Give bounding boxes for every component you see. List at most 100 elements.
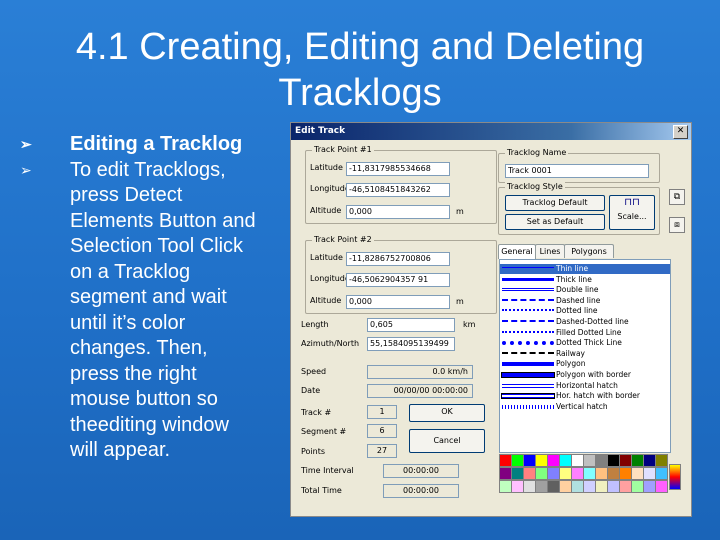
close-icon[interactable]: ✕: [673, 125, 688, 139]
style-list-item[interactable]: Vertical hatch: [500, 402, 670, 412]
line-style-sample: [502, 267, 554, 272]
latitude-label: Latitude: [310, 253, 343, 262]
bullet-line: theediting window: [70, 413, 229, 436]
line-style-sample: [502, 330, 554, 337]
bullet-line: changes. Then,: [70, 337, 208, 359]
tab-general[interactable]: General: [498, 244, 536, 259]
tp2-latitude-field[interactable]: -11,8286752700806: [346, 252, 450, 266]
time-interval-value: 00:00:00: [383, 464, 459, 478]
style-list-label: Vertical hatch: [556, 401, 608, 411]
dialog-titlebar[interactable]: Edit Track ✕: [291, 123, 691, 140]
tracklog-name-label: Tracklog Name: [505, 148, 569, 157]
bullet-line: will appear.: [70, 439, 171, 461]
track-number-value: 1: [367, 405, 397, 419]
date-value: 00/00/00 00:00:00: [367, 384, 473, 398]
date-label: Date: [301, 386, 321, 395]
longitude-label: Longitude: [310, 274, 350, 283]
bullet-instructions-text: To edit Tracklogs, press Detect Elements B…: [70, 158, 303, 464]
scale-button[interactable]: ⊓⊓ Scale...: [609, 195, 655, 230]
style-list-item[interactable]: Polygon with border: [500, 370, 670, 380]
style-list-item[interactable]: Thick line: [500, 275, 670, 285]
line-style-sample: [501, 393, 555, 400]
latitude-label: Latitude: [310, 163, 343, 172]
altitude-unit: m: [456, 207, 464, 216]
color-swatch[interactable]: [655, 454, 668, 467]
tp1-longitude-field[interactable]: -46,5108451843262: [346, 183, 450, 197]
style-list[interactable]: Thin line Thick line Double line Dashed lin…: [499, 259, 671, 453]
color-swatch[interactable]: [655, 467, 668, 480]
ok-button[interactable]: OK: [409, 404, 485, 422]
line-style-sample: [502, 383, 554, 388]
tp2-longitude-field[interactable]: -46,5062904357 91: [346, 273, 450, 287]
tab-polygons[interactable]: Polygons: [564, 244, 614, 258]
bullet-list: ➢ Editing a Tracklog ➢ To edit Tracklogs…: [18, 132, 303, 464]
bullet-line: press Detect: [70, 184, 183, 206]
bullet-line: until it’s color: [70, 311, 186, 334]
tab-lines[interactable]: Lines: [535, 244, 565, 258]
bullet-line: To edit Tracklogs,: [70, 158, 226, 181]
line-style-sample: [502, 277, 554, 285]
scale-label: Scale...: [617, 212, 647, 221]
line-style-sample: [502, 351, 554, 358]
track-point-1-label: Track Point #1: [312, 145, 374, 154]
copy-style-icon[interactable]: ⧉: [669, 189, 685, 205]
tracklog-name-field[interactable]: Track 0001: [505, 164, 649, 178]
style-list-label: Double line: [556, 285, 599, 295]
style-list-item[interactable]: Dashed-Dotted line: [500, 317, 670, 327]
arrow-bullet-icon: ➢: [20, 161, 32, 178]
style-list-label: Filled Dotted Line: [556, 327, 622, 337]
longitude-label: Longitude: [310, 184, 350, 193]
scale-icon: ⊓⊓: [624, 197, 640, 208]
tp1-latitude-field[interactable]: -11,8317985534668: [346, 162, 450, 176]
line-style-sample: [502, 288, 554, 295]
speed-value: 0.0 km/h: [367, 365, 473, 379]
edit-track-dialog: Edit Track ✕ Track Point #1 Latitude -11…: [290, 122, 692, 517]
style-list-item[interactable]: Hor. hatch with border: [500, 391, 670, 401]
bullet-line: mouse button so: [70, 388, 218, 410]
style-list-item[interactable]: Thin line: [500, 264, 670, 274]
style-list-item[interactable]: Double line: [500, 285, 670, 295]
line-style-sample: [502, 362, 554, 367]
length-label: Length: [301, 320, 329, 329]
set-as-default-button[interactable]: Set as Default: [505, 214, 605, 230]
line-style-sample: [502, 404, 554, 409]
style-list-label: Dotted Thick Line: [556, 338, 622, 348]
style-list-item[interactable]: Polygon: [500, 359, 670, 369]
length-field[interactable]: 0,605: [367, 318, 455, 332]
line-style-sample: [501, 372, 555, 378]
style-list-label: Horizontal hatch: [556, 380, 618, 390]
bullet-instructions: ➢ To edit Tracklogs, press Detect Elements…: [18, 158, 303, 464]
color-picker-icon[interactable]: [669, 464, 681, 490]
dialog-title: Edit Track: [295, 126, 346, 136]
azimuth-field[interactable]: 55,1584095139499: [367, 337, 455, 351]
color-swatch[interactable]: [655, 480, 668, 493]
paste-style-icon[interactable]: ⧈: [669, 217, 685, 233]
style-list-item[interactable]: Dotted line: [500, 306, 670, 316]
style-list-label: Dotted line: [556, 306, 598, 316]
tracklog-style-group: Tracklog Style Tracklog Default Set as D…: [498, 182, 660, 235]
style-list-label: Thick line: [556, 274, 592, 284]
line-style-sample: [502, 320, 554, 326]
altitude-label: Altitude: [310, 296, 342, 305]
bullet-line: Elements Button and: [70, 209, 256, 232]
style-list-item[interactable]: Horizontal hatch: [500, 381, 670, 391]
bullet-editing: ➢ Editing a Tracklog: [18, 132, 303, 158]
color-palette: [499, 454, 669, 494]
slide-title: 4.1 Creating, Editing and Deleting Track…: [0, 24, 720, 116]
bullet-line: Selection Tool Click: [70, 235, 244, 257]
azimuth-label: Azimuth/North: [301, 339, 360, 348]
tracklog-default-button[interactable]: Tracklog Default: [505, 195, 605, 211]
length-unit: km: [463, 320, 476, 329]
tp1-altitude-field[interactable]: 0,000: [346, 205, 450, 219]
style-list-item[interactable]: Dotted Thick Line: [500, 338, 670, 348]
style-list-label: Polygon: [556, 359, 586, 369]
style-list-item[interactable]: Filled Dotted Line: [500, 328, 670, 338]
bullet-line: on a Tracklog: [70, 260, 191, 283]
speed-label: Speed: [301, 367, 327, 376]
cancel-button[interactable]: Cancel: [409, 429, 485, 453]
style-list-item[interactable]: Dashed line: [500, 296, 670, 306]
tp2-altitude-field[interactable]: 0,000: [346, 295, 450, 309]
altitude-unit: m: [456, 297, 464, 306]
title-line-1: 4.1 Creating, Editing and Deleting: [75, 26, 645, 68]
style-list-item[interactable]: Railway: [500, 349, 670, 359]
